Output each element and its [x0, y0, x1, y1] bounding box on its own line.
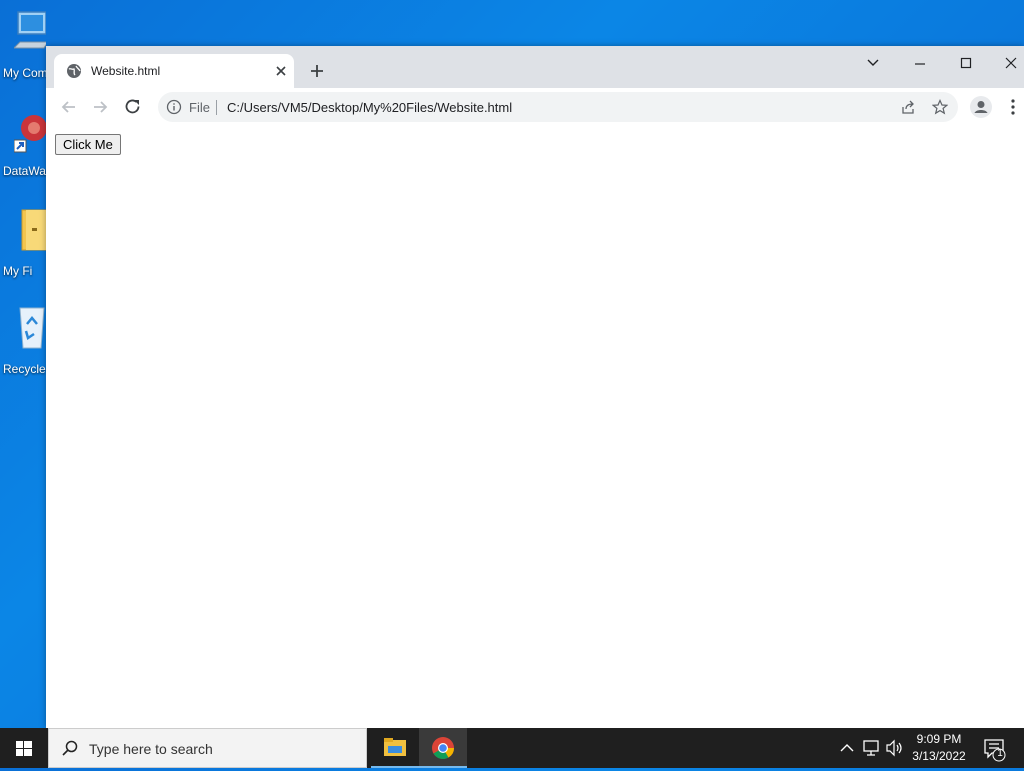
chevron-up-icon	[840, 744, 854, 752]
close-window-button[interactable]	[988, 50, 1024, 76]
taskbar-search-box[interactable]: Type here to search	[48, 728, 367, 768]
clock-date: 3/13/2022	[912, 749, 966, 763]
reload-icon[interactable]	[123, 97, 143, 117]
forward-arrow-icon[interactable]	[90, 97, 110, 117]
notification-icon	[984, 739, 1006, 762]
bookmark-star-icon[interactable]	[932, 99, 948, 115]
taskbar-file-explorer[interactable]	[371, 728, 419, 768]
back-arrow-icon[interactable]	[59, 97, 79, 117]
volume-control[interactable]	[884, 728, 904, 768]
recycle-bin-icon	[19, 307, 45, 349]
desktop-icon-datawac[interactable]: DataWac	[0, 106, 46, 198]
tab-search-button[interactable]	[850, 50, 896, 76]
more-menu-icon[interactable]	[1006, 98, 1020, 116]
tab-website-html[interactable]: Website.html	[54, 54, 294, 88]
maximize-icon	[960, 57, 972, 69]
desktop-icon-label: My Fi	[3, 264, 33, 278]
minimize-button[interactable]	[897, 50, 943, 76]
start-button[interactable]	[0, 728, 48, 768]
info-icon[interactable]	[166, 99, 182, 115]
action-center-button[interactable]: 1	[980, 728, 1010, 768]
windows-logo-icon	[16, 741, 32, 756]
tab-title: Website.html	[91, 64, 161, 78]
desktop-icon-recycle-bin[interactable]: Recycle	[0, 304, 46, 396]
desktop-icon-label: My Com	[3, 66, 46, 80]
profile-avatar[interactable]	[970, 96, 992, 118]
close-icon	[1005, 57, 1017, 69]
globe-icon	[67, 64, 81, 78]
address-bar[interactable]: File C:/Users/VM5/Desktop/My%20Files/Web…	[158, 92, 958, 122]
taskbar-chrome[interactable]	[419, 728, 467, 768]
file-explorer-icon	[384, 738, 406, 756]
new-tab-plus-icon[interactable]	[308, 62, 326, 80]
show-hidden-icons-button[interactable]	[838, 728, 856, 768]
clock-time: 9:09 PM	[916, 732, 962, 746]
search-placeholder: Type here to search	[89, 741, 213, 757]
close-tab-icon[interactable]	[273, 63, 289, 79]
url-text[interactable]: C:/Users/VM5/Desktop/My%20Files/Website.…	[227, 100, 512, 115]
scheme-label: File	[189, 100, 210, 115]
taskbar-clock[interactable]: 9:09 PM 3/13/2022	[904, 731, 974, 765]
computer-icon	[14, 11, 46, 49]
click-me-button[interactable]: Click Me	[55, 134, 121, 155]
search-icon	[62, 740, 78, 756]
desktop-icon-my-computer[interactable]: My Com	[0, 8, 46, 100]
taskbar: Type here to search 9:09 PM 3/13/2022 1	[0, 728, 1024, 768]
share-icon[interactable]	[900, 99, 916, 115]
network-icon	[863, 740, 879, 756]
chrome-icon	[432, 737, 454, 759]
chevron-down-icon	[867, 59, 879, 66]
desktop-icon-my-files[interactable]: My Fi	[0, 206, 46, 298]
omnibox-divider	[216, 100, 217, 115]
datawac-shortcut-icon	[14, 115, 46, 153]
network-status[interactable]	[860, 728, 882, 768]
notification-count: 1	[997, 748, 1003, 759]
browser-toolbar: File C:/Users/VM5/Desktop/My%20Files/Web…	[46, 88, 1024, 127]
maximize-button[interactable]	[943, 50, 989, 76]
desktop-icon-label: Recycle	[3, 362, 46, 376]
desktop-icon-label: DataWac	[3, 164, 46, 178]
speaker-icon	[886, 739, 902, 757]
person-icon	[974, 101, 988, 113]
browser-window: Website.html File C:/Users/VM5/Desktop/M…	[46, 46, 1024, 728]
page-content: Click Me	[46, 126, 1024, 728]
minimize-icon	[915, 63, 925, 65]
folder-icon	[21, 209, 46, 251]
tab-strip: Website.html	[46, 46, 1024, 88]
